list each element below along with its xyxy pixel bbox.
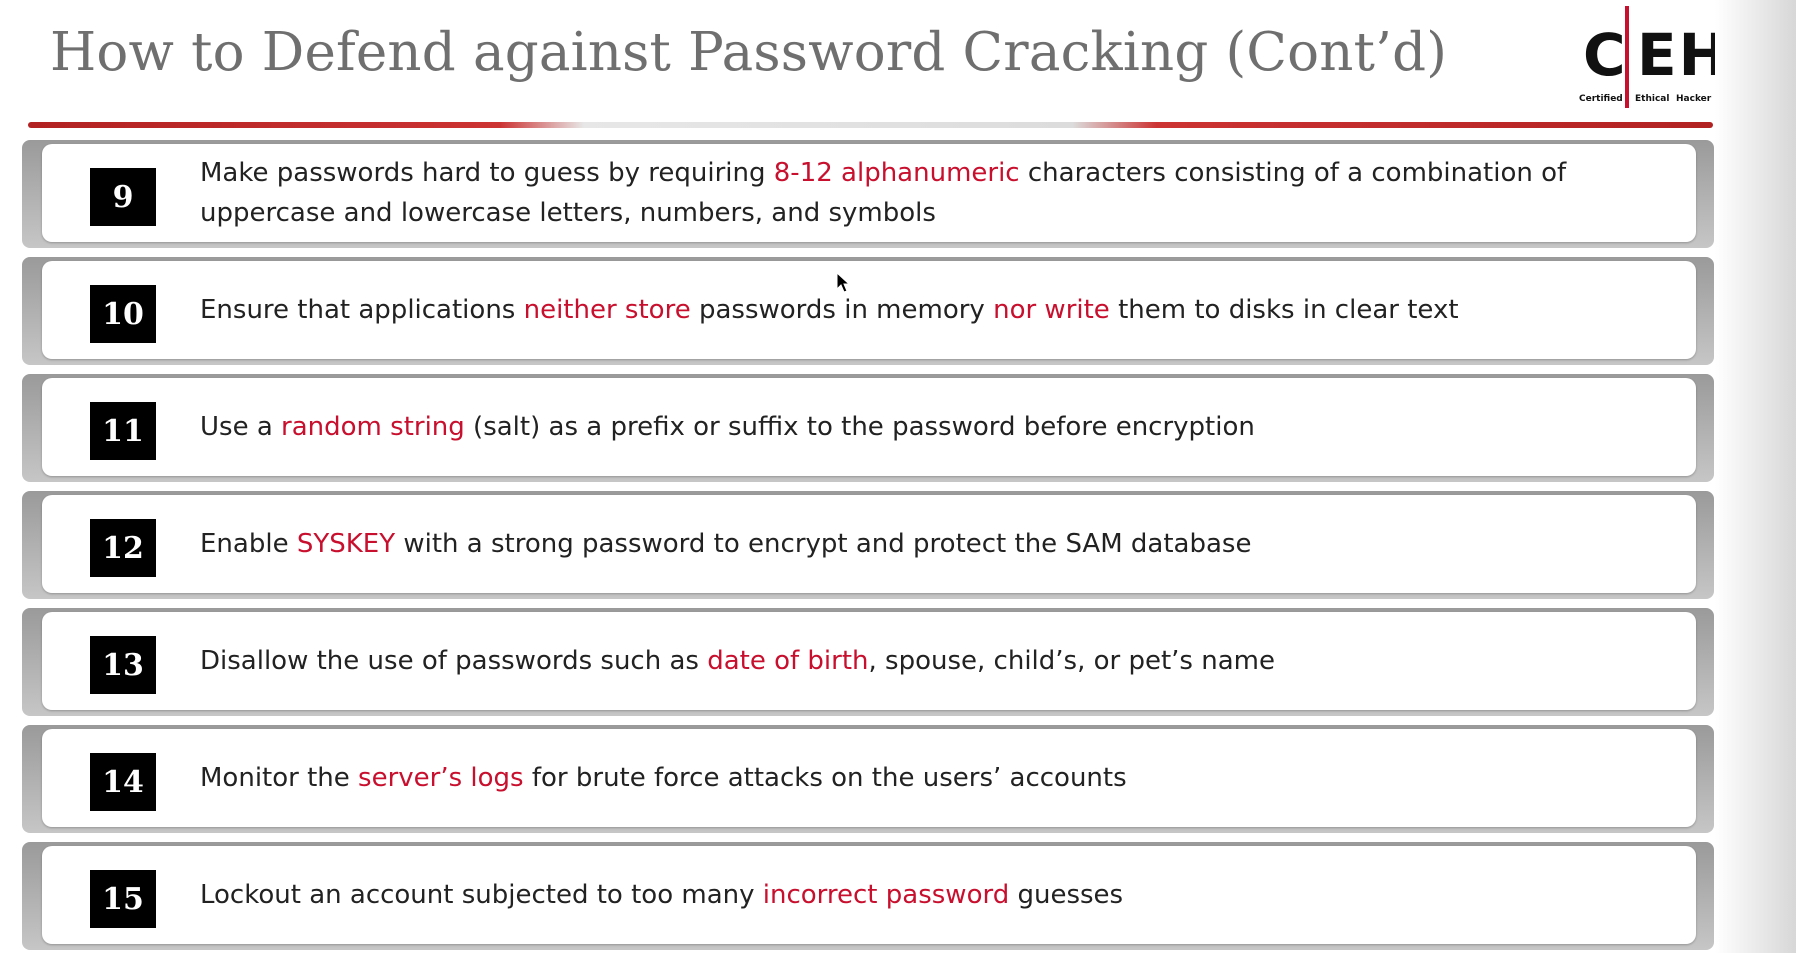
text-segment: them to disks in clear text (1109, 295, 1459, 325)
mouse-pointer-icon (836, 272, 851, 293)
logo-hacker: Hacker (1676, 94, 1712, 104)
logo-certified: Certified (1579, 94, 1623, 104)
list-item: 13 Disallow the use of passwords such as… (22, 608, 1714, 716)
text-segment: for brute force attacks on the users’ ac… (523, 763, 1127, 793)
item-text: Make passwords hard to guess by requirin… (200, 144, 1680, 242)
item-card: 9 Make passwords hard to guess by requir… (42, 144, 1696, 242)
logo-red-bar (1625, 6, 1629, 108)
ceh-logo: C EH Certified Ethical Hacker (1575, 6, 1727, 108)
text-segment: Monitor the (200, 763, 359, 793)
item-number-badge: 9 (90, 168, 156, 226)
item-card: 10 Ensure that applications neither stor… (42, 261, 1696, 359)
highlight-text: 8-12 alphanumeric (773, 158, 1020, 188)
item-number-badge: 11 (90, 402, 156, 460)
text-segment: Ensure that applications (200, 295, 524, 325)
title-divider (28, 122, 1713, 128)
item-text: Disallow the use of passwords such as da… (200, 612, 1680, 710)
item-card: 12 Enable SYSKEY with a strong password … (42, 495, 1696, 593)
list-item: 10 Ensure that applications neither stor… (22, 257, 1714, 365)
slide-title: How to Defend against Password Cracking … (50, 22, 1448, 83)
item-card: 13 Disallow the use of passwords such as… (42, 612, 1696, 710)
text-segment: Enable (200, 529, 297, 559)
highlight-text: server’s logs (358, 763, 524, 793)
item-number-badge: 14 (90, 753, 156, 811)
item-number-badge: 13 (90, 636, 156, 694)
item-text: Ensure that applications neither store p… (200, 261, 1680, 359)
item-text: Enable SYSKEY with a strong password to … (200, 495, 1680, 593)
text-segment: , spouse, child’s, or pet’s name (868, 646, 1275, 676)
text-segment: (salt) as a prefix or suffix to the pass… (464, 412, 1255, 442)
list-item: 15 Lockout an account subjected to too m… (22, 842, 1714, 950)
highlight-text: random string (281, 412, 465, 442)
item-text: Lockout an account subjected to too many… (200, 846, 1680, 944)
highlight-text: SYSKEY (296, 529, 396, 559)
item-number-badge: 12 (90, 519, 156, 577)
slide-edge-shadow (1715, 0, 1796, 953)
item-card: 11 Use a random string (salt) as a prefi… (42, 378, 1696, 476)
text-segment: with a strong password to encrypt and pr… (395, 529, 1252, 559)
text-segment: Use a (200, 412, 282, 442)
item-text: Use a random string (salt) as a prefix o… (200, 378, 1680, 476)
highlight-text: neither store (523, 295, 691, 325)
item-card: 14 Monitor the server’s logs for brute f… (42, 729, 1696, 827)
slide: How to Defend against Password Cracking … (0, 0, 1796, 953)
item-number-badge: 15 (90, 870, 156, 928)
highlight-text: incorrect password (762, 880, 1010, 910)
logo-ethical: Ethical (1635, 94, 1670, 104)
text-segment: passwords in memory (690, 295, 994, 325)
text-segment: guesses (1009, 880, 1124, 910)
text-segment: Make passwords hard to guess by requirin… (200, 158, 774, 188)
highlight-text: date of birth (707, 646, 869, 676)
item-number-badge: 10 (90, 285, 156, 343)
text-segment: Disallow the use of passwords such as (200, 646, 708, 676)
list-item: 14 Monitor the server’s logs for brute f… (22, 725, 1714, 833)
text-segment: Lockout an account subjected to too many (200, 880, 763, 910)
item-text: Monitor the server’s logs for brute forc… (200, 729, 1680, 827)
highlight-text: nor write (993, 295, 1110, 325)
logo-letter-c: C (1583, 21, 1628, 89)
item-card: 15 Lockout an account subjected to too m… (42, 846, 1696, 944)
list-item: 12 Enable SYSKEY with a strong password … (22, 491, 1714, 599)
list-item: 9 Make passwords hard to guess by requir… (22, 140, 1714, 248)
list-item: 11 Use a random string (salt) as a prefi… (22, 374, 1714, 482)
